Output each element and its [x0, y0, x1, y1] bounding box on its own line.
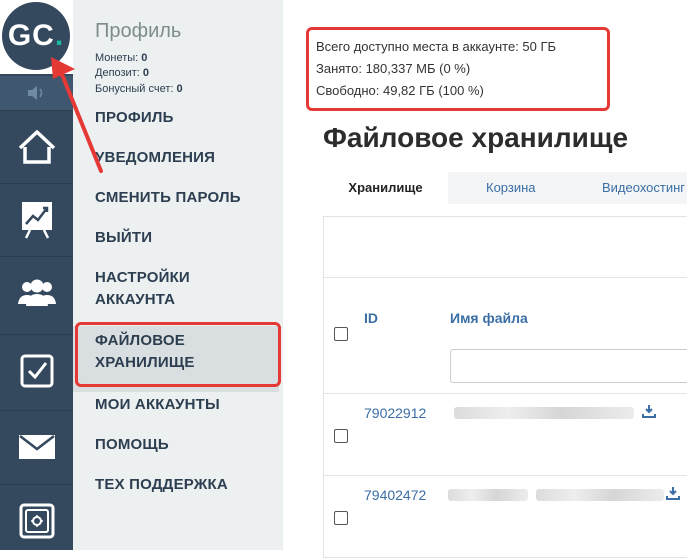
annotation-arrow-icon: [51, 57, 103, 173]
chart-icon: [21, 202, 52, 239]
file-id-link[interactable]: 79402472: [364, 487, 426, 503]
file-name-filter-input[interactable]: [450, 349, 687, 383]
storage-tabs: Хранилище Корзина Видеохостинг: [323, 172, 687, 204]
bonus-balance: Бонусный счет: 0: [95, 83, 183, 95]
tab-video-hosting[interactable]: Видеохостинг: [602, 172, 685, 204]
storage-info-highlight: [306, 27, 610, 111]
select-all-checkbox[interactable]: [334, 327, 348, 341]
rail-mail-button[interactable]: [0, 410, 73, 483]
logo-letters: GC: [7, 19, 55, 52]
column-header-file-name[interactable]: Имя файла: [450, 310, 528, 326]
safe-icon: [19, 503, 54, 539]
menu-item-profile[interactable]: ПРОФИЛЬ: [95, 107, 275, 129]
menu-item-change-password[interactable]: СМЕНИТЬ ПАРОЛЬ: [95, 187, 275, 209]
file-name-redacted: [448, 489, 528, 501]
profile-title: Профиль: [95, 20, 182, 42]
menu-item-help[interactable]: ПОМОЩЬ: [95, 434, 275, 456]
table-divider: [324, 393, 687, 394]
table-divider: [324, 475, 687, 476]
download-icon[interactable]: [666, 486, 680, 500]
bonus-value: 0: [176, 83, 183, 95]
column-header-id[interactable]: ID: [364, 310, 378, 326]
logo-dot: .: [54, 19, 65, 52]
menu-item-my-accounts[interactable]: МОИ АККАУНТЫ: [95, 394, 275, 416]
users-icon: [17, 279, 56, 306]
tab-trash[interactable]: Корзина: [486, 172, 536, 204]
deposit-value: 0: [142, 67, 149, 79]
mail-icon: [18, 435, 55, 459]
rail-stats-button[interactable]: [0, 183, 73, 256]
row-checkbox[interactable]: [334, 429, 348, 443]
bonus-label: Бонусный счет:: [95, 83, 174, 95]
rail-storage-button[interactable]: [0, 484, 73, 557]
table-divider: [324, 277, 687, 278]
rail-users-button[interactable]: [0, 256, 73, 329]
file-name-redacted: [536, 489, 664, 501]
tab-storage[interactable]: Хранилище: [323, 172, 448, 204]
rail-tasks-button[interactable]: [0, 334, 73, 407]
menu-item-support[interactable]: ТЕХ ПОДДЕРЖКА: [95, 474, 275, 496]
checkbox-icon: [20, 354, 53, 388]
menu-item-notifications[interactable]: УВЕДОМЛЕНИЯ: [95, 147, 275, 169]
file-name-redacted: [454, 407, 634, 419]
coins-value: 0: [141, 52, 148, 64]
files-table: ID Имя файла 79022912 79402472: [323, 216, 687, 558]
row-checkbox[interactable]: [334, 511, 348, 525]
menu-item-logout[interactable]: ВЫЙТИ: [95, 227, 275, 249]
menu-item-account-settings[interactable]: НАСТРОЙКИ АККАУНТА: [95, 267, 225, 311]
file-storage-highlight: [75, 322, 281, 387]
download-icon[interactable]: [642, 404, 656, 418]
file-id-link[interactable]: 79022912: [364, 405, 426, 421]
page-title: Файловое хранилище: [323, 122, 629, 153]
